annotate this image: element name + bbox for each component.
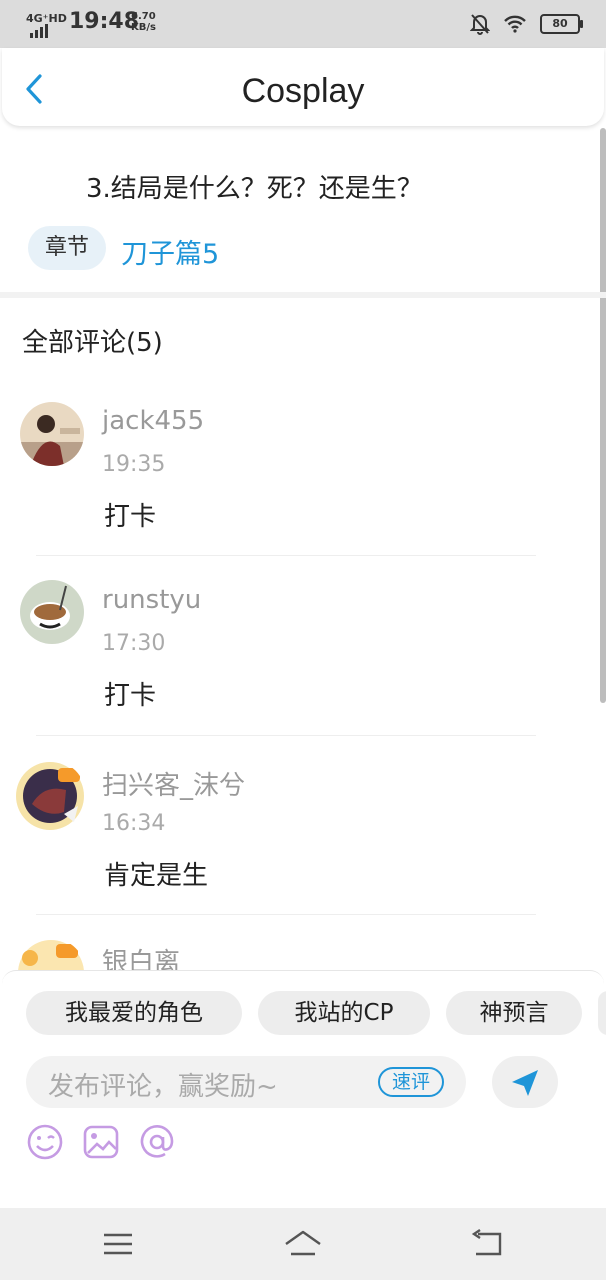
quick-tag-prediction[interactable]: 神预言 bbox=[446, 991, 582, 1035]
avatar[interactable] bbox=[20, 402, 84, 466]
wifi-icon bbox=[504, 15, 526, 33]
mute-bell-icon bbox=[470, 14, 490, 35]
avatar-image-icon bbox=[20, 402, 84, 466]
comments-title: 全部评论(5) bbox=[22, 328, 163, 358]
speed-unit: KB/s bbox=[131, 22, 156, 33]
section-divider bbox=[0, 292, 606, 298]
avatar-image-icon bbox=[20, 580, 84, 644]
chapter-question: 3.结局是什么？死？还是生？ bbox=[86, 174, 423, 204]
quick-tag-more[interactable] bbox=[598, 991, 606, 1035]
scrollbar[interactable] bbox=[600, 128, 606, 703]
avatar-image-icon bbox=[16, 762, 84, 830]
emoji-icon[interactable] bbox=[26, 1123, 64, 1161]
send-icon bbox=[512, 1070, 538, 1096]
battery-icon: 80 bbox=[540, 14, 583, 34]
chapter-tag: 章节 bbox=[28, 226, 106, 270]
page-title: Cosplay bbox=[241, 72, 365, 110]
comment-text: 打卡 bbox=[104, 681, 157, 711]
comment-text: 肯定是生 bbox=[104, 861, 209, 891]
menu-icon[interactable] bbox=[98, 1226, 138, 1262]
comment-time: 17:30 bbox=[102, 631, 166, 656]
top-app-bar: Cosplay bbox=[2, 48, 604, 126]
comment-author[interactable]: jack455 bbox=[102, 406, 204, 436]
comment-divider bbox=[36, 555, 536, 556]
signal-icon bbox=[30, 24, 48, 38]
avatar[interactable] bbox=[14, 760, 86, 832]
quick-tag-cp[interactable]: 我站的CP bbox=[258, 991, 430, 1035]
comment-compose-panel: 我最爱的角色 我站的CP 神预言 发布评论，赢奖励~ 速评 bbox=[2, 970, 606, 1209]
comment-placeholder: 发布评论，赢奖励~ bbox=[48, 1072, 278, 1102]
comment-author[interactable]: 扫兴客_沫兮 bbox=[102, 765, 245, 802]
quick-comment-button[interactable]: 速评 bbox=[378, 1067, 444, 1097]
chapter-link[interactable]: 刀子篇5 bbox=[121, 232, 219, 271]
battery-level: 80 bbox=[552, 17, 568, 30]
status-bar: 4G⁺HD 19:48 6.70 KB/s 80 bbox=[0, 0, 606, 48]
comment-time: 16:34 bbox=[102, 811, 166, 836]
home-icon[interactable] bbox=[283, 1226, 323, 1262]
speed-value: 6.70 bbox=[131, 11, 156, 22]
image-icon[interactable] bbox=[82, 1123, 120, 1161]
quick-tag-favorite-character[interactable]: 我最爱的角色 bbox=[26, 991, 242, 1035]
comment-divider bbox=[36, 914, 536, 915]
back-icon[interactable] bbox=[468, 1226, 508, 1262]
comment-divider bbox=[36, 735, 536, 736]
at-icon[interactable] bbox=[138, 1123, 176, 1161]
network-speed: 6.70 KB/s bbox=[131, 11, 156, 33]
comment-input[interactable]: 发布评论，赢奖励~ 速评 bbox=[26, 1056, 466, 1108]
status-time: 19:48 bbox=[69, 9, 140, 34]
avatar[interactable] bbox=[20, 580, 84, 644]
comment-time: 19:35 bbox=[102, 452, 166, 477]
comment-author[interactable]: runstyu bbox=[102, 585, 201, 615]
send-button[interactable] bbox=[492, 1056, 558, 1108]
system-navigation-bar bbox=[0, 1208, 606, 1280]
comment-text: 打卡 bbox=[104, 502, 157, 532]
